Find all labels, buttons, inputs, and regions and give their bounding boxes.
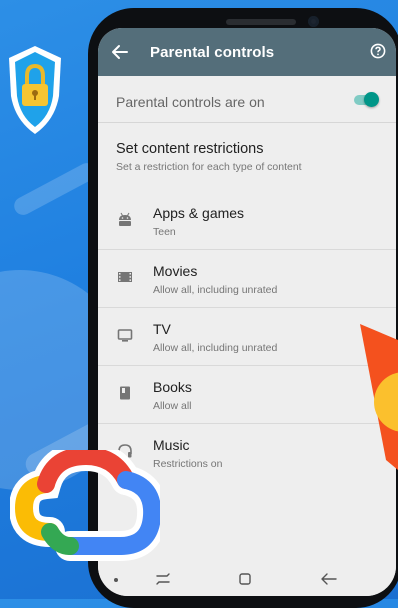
home-icon[interactable] xyxy=(238,572,252,586)
category-label: TV xyxy=(153,321,171,337)
app-bar: Parental controls xyxy=(98,28,396,76)
category-value: Restrictions on xyxy=(153,458,223,470)
category-list: Apps & games Teen Movies Allow all, incl… xyxy=(98,192,396,481)
category-value: Allow all, including unrated xyxy=(153,284,278,296)
toggle-label: Parental controls are on xyxy=(116,94,265,110)
cloud-logo xyxy=(10,450,160,561)
category-tv[interactable]: TV Allow all, including unrated xyxy=(98,308,396,366)
category-value: Teen xyxy=(153,226,176,238)
category-label: Books xyxy=(153,379,192,395)
category-apps-games[interactable]: Apps & games Teen xyxy=(98,192,396,250)
switch-knob xyxy=(364,92,379,107)
help-circle-icon[interactable] xyxy=(370,43,386,59)
parental-controls-toggle-row: Parental controls are on xyxy=(98,76,396,123)
front-camera xyxy=(308,16,319,27)
nav-indicator-dot xyxy=(114,578,118,582)
category-label: Movies xyxy=(153,263,198,279)
speaker-grille xyxy=(226,19,296,25)
category-books[interactable]: Books Allow all xyxy=(98,366,396,424)
section-title: Set content restrictions xyxy=(116,141,264,157)
back-icon[interactable] xyxy=(320,572,338,586)
category-movies[interactable]: Movies Allow all, including unrated xyxy=(98,250,396,308)
recents-icon[interactable] xyxy=(154,572,172,586)
android-icon xyxy=(119,212,131,226)
background-stripe xyxy=(11,159,99,219)
play-store-logo xyxy=(360,324,398,470)
parental-controls-switch[interactable] xyxy=(354,92,379,107)
category-label: Apps & games xyxy=(153,205,245,221)
section-subtitle: Set a restriction for each type of conte… xyxy=(116,161,302,173)
category-value: Allow all xyxy=(153,400,192,412)
category-value: Allow all, including unrated xyxy=(153,342,278,354)
page-title: Parental controls xyxy=(150,44,275,61)
shield-lock-icon xyxy=(9,46,61,134)
tv-icon xyxy=(117,329,133,342)
book-icon xyxy=(120,386,130,400)
film-icon xyxy=(118,272,132,282)
arrow-left-icon[interactable] xyxy=(110,42,130,62)
